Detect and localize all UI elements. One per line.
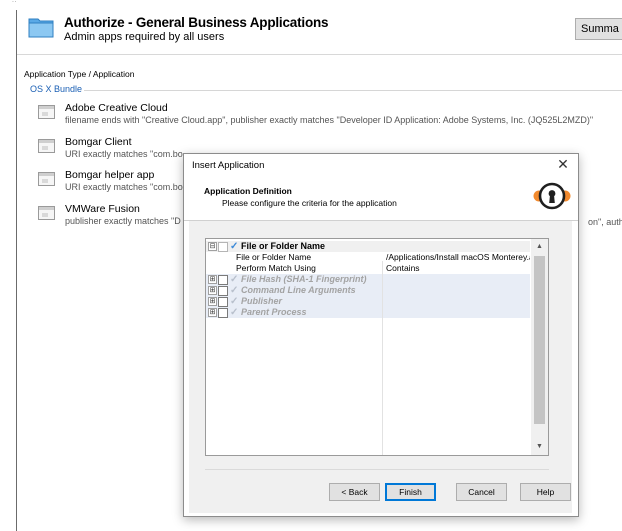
app-name: Bomgar Client <box>65 136 132 148</box>
help-button[interactable]: Help <box>520 483 571 501</box>
application-bundle-icon <box>38 105 55 119</box>
app-name: Bomgar helper app <box>65 169 155 181</box>
app-description: URI exactly matches "com.bo <box>65 182 183 192</box>
tree-node-file-hash[interactable]: ⊞ ✓ File Hash (SHA-1 Fingerprint) <box>206 274 530 285</box>
tree-node-label: Publisher <box>241 296 283 306</box>
scroll-thumb[interactable] <box>534 256 545 424</box>
app-name: VMWare Fusion <box>65 203 140 215</box>
cancel-button[interactable]: Cancel <box>456 483 507 501</box>
checkmark-icon: ✓ <box>230 296 239 307</box>
policy-title: Authorize - General Business Application… <box>64 15 329 30</box>
column-header[interactable]: Application Type / Application <box>24 69 134 79</box>
application-bundle-icon <box>38 172 55 186</box>
tree-node-label: Parent Process <box>241 307 307 317</box>
criteria-checkbox[interactable] <box>218 242 228 252</box>
criteria-checkbox[interactable] <box>218 286 228 296</box>
tree-node-publisher[interactable]: ⊞ ✓ Publisher <box>206 296 530 307</box>
property-row[interactable]: Perform Match Using Contains <box>206 263 530 274</box>
scroll-down-icon[interactable]: ▼ <box>531 440 548 454</box>
summary-button[interactable]: Summa <box>575 18 622 40</box>
collapse-icon[interactable]: ⊟ <box>208 242 217 251</box>
app-name: Adobe Creative Cloud <box>65 102 168 114</box>
app-description: URI exactly matches "com.bo <box>65 149 183 159</box>
dialog-body: ⊟ ✓ File or Folder Name File or Folder N… <box>189 221 572 513</box>
edge-tick: ˙˙ <box>12 0 18 9</box>
dialog-button-bar: < Back Finish Cancel Help <box>205 469 571 501</box>
property-name: File or Folder Name <box>236 252 312 262</box>
property-value[interactable]: Contains <box>386 263 530 274</box>
group-divider <box>84 90 622 91</box>
dialog-subheading: Please configure the criteria for the ap… <box>222 198 397 208</box>
window-edge <box>16 10 17 531</box>
expand-icon[interactable]: ⊞ <box>208 275 217 284</box>
tree-column-divider <box>382 261 383 455</box>
app-description: publisher exactly matches "D <box>65 216 181 226</box>
app-description: filename ends with "Creative Cloud.app",… <box>65 115 594 125</box>
tree-node-label: Command Line Arguments <box>241 285 356 295</box>
expand-icon[interactable]: ⊞ <box>208 286 217 295</box>
checkmark-icon: ✓ <box>230 274 239 285</box>
expand-icon[interactable]: ⊞ <box>208 308 217 317</box>
criteria-checkbox[interactable] <box>218 275 228 285</box>
finish-button[interactable]: Finish <box>385 483 436 501</box>
tree-scrollbar[interactable]: ▲ ▼ <box>531 239 548 455</box>
policy-subtitle: Admin apps required by all users <box>64 31 225 43</box>
folder-icon <box>28 18 54 38</box>
criteria-checkbox[interactable] <box>218 308 228 318</box>
back-button[interactable]: < Back <box>329 483 380 501</box>
group-header[interactable]: OS X Bundle <box>30 84 622 96</box>
property-row[interactable]: File or Folder Name /Applications/Instal… <box>206 252 530 263</box>
criteria-checkbox[interactable] <box>218 297 228 307</box>
application-bundle-icon <box>38 206 55 220</box>
tree-node-command-line-arguments[interactable]: ⊞ ✓ Command Line Arguments <box>206 285 530 296</box>
insert-application-dialog: Insert Application ✕ Application Definit… <box>183 153 579 517</box>
list-item[interactable]: Adobe Creative Cloud filename ends with … <box>38 102 622 132</box>
keyhole-lock-icon <box>533 182 571 210</box>
tree-node-file-or-folder-name[interactable]: ⊟ ✓ File or Folder Name <box>206 241 530 252</box>
criteria-tree[interactable]: ⊟ ✓ File or Folder Name File or Folder N… <box>205 238 549 456</box>
dialog-heading: Application Definition <box>204 186 292 196</box>
checkmark-icon: ✓ <box>230 241 239 252</box>
checkmark-icon: ✓ <box>230 285 239 296</box>
application-bundle-icon <box>38 139 55 153</box>
property-name: Perform Match Using <box>236 263 316 273</box>
tree-node-parent-process[interactable]: ⊞ ✓ Parent Process <box>206 307 530 318</box>
property-value[interactable]: /Applications/Install macOS Monterey.a..… <box>386 252 530 263</box>
group-label: OS X Bundle <box>30 84 83 94</box>
dialog-title: Insert Application <box>192 160 265 171</box>
app-description-tail: on", auth <box>588 217 622 227</box>
tree-node-label: File Hash (SHA-1 Fingerprint) <box>241 274 367 284</box>
scroll-up-icon[interactable]: ▲ <box>531 240 548 254</box>
tree-node-label: File or Folder Name <box>241 241 326 251</box>
checkmark-icon: ✓ <box>230 307 239 318</box>
expand-icon[interactable]: ⊞ <box>208 297 217 306</box>
close-icon[interactable]: ✕ <box>554 155 572 173</box>
